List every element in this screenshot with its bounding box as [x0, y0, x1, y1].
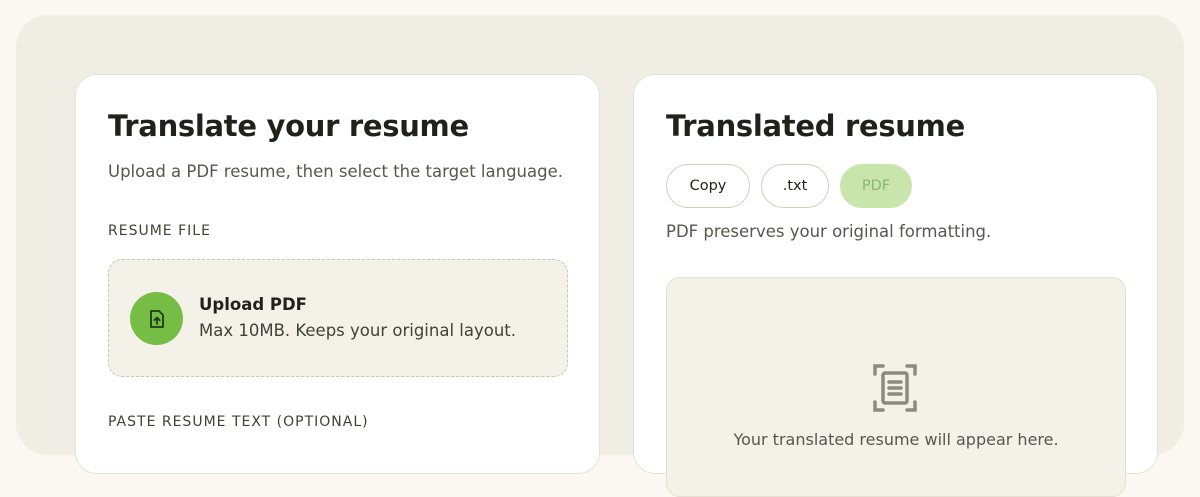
- translation-preview: Your translated resume will appear here.: [666, 277, 1126, 497]
- file-upload-icon: [130, 292, 183, 345]
- translate-card: Translate your resume Upload a PDF resum…: [75, 74, 600, 474]
- resume-file-label: RESUME FILE: [108, 223, 211, 239]
- export-button-group: Copy .txt PDF: [666, 164, 912, 208]
- translated-card: Translated resume Copy .txt PDF PDF pres…: [633, 74, 1158, 497]
- app-container: Translate your resume Upload a PDF resum…: [16, 15, 1184, 497]
- upload-pdf-description: Max 10MB. Keeps your original layout.: [199, 321, 517, 340]
- upload-pdf-title: Upload PDF: [199, 295, 307, 314]
- copy-button[interactable]: Copy: [666, 164, 750, 208]
- pdf-format-note: PDF preserves your original formatting.: [666, 222, 992, 241]
- paste-resume-label: PASTE RESUME TEXT (OPTIONAL): [108, 414, 369, 430]
- download-txt-button[interactable]: .txt: [761, 164, 829, 208]
- translate-title: Translate your resume: [108, 109, 469, 143]
- translate-subtitle: Upload a PDF resume, then select the tar…: [108, 162, 563, 181]
- download-pdf-button[interactable]: PDF: [840, 164, 912, 208]
- preview-placeholder: Your translated resume will appear here.: [733, 430, 1059, 449]
- translated-title: Translated resume: [666, 109, 965, 143]
- upload-pdf-dropzone[interactable]: Upload PDF Max 10MB. Keeps your original…: [108, 259, 568, 377]
- document-scan-icon: [873, 364, 917, 412]
